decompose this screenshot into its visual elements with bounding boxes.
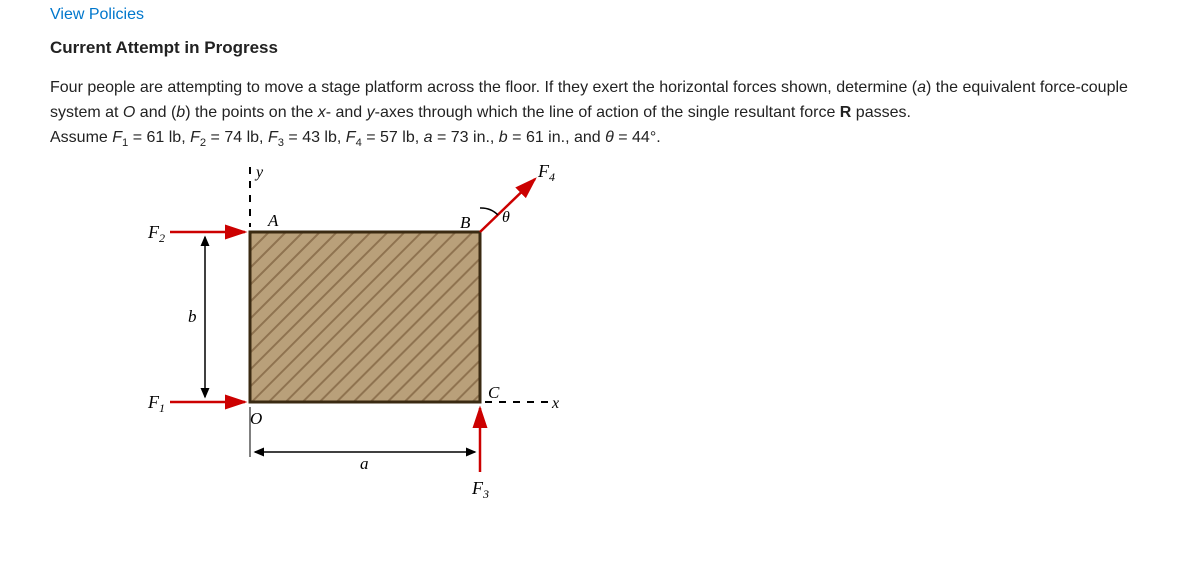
text: y: [367, 104, 375, 121]
x-axis-label: x: [551, 395, 559, 412]
text: 43: [302, 129, 320, 146]
text: and (: [135, 104, 176, 121]
y-axis-label: y: [254, 164, 264, 181]
text: F: [346, 129, 356, 146]
text: =: [362, 129, 380, 146]
text: =: [508, 129, 526, 146]
attempt-status: Current Attempt in Progress: [50, 38, 1155, 58]
text: =: [284, 129, 302, 146]
theta-label: θ: [502, 209, 510, 226]
text: =: [433, 129, 451, 146]
given-values: Assume F1 = 61 lb, F2 = 74 lb, F3 = 43 l…: [50, 129, 661, 146]
text: =: [206, 129, 224, 146]
F4-label: F4: [537, 162, 555, 184]
F2-label: F2: [147, 222, 165, 245]
view-policies-link[interactable]: View Policies: [50, 6, 144, 23]
text: x: [318, 104, 326, 121]
text: =: [614, 129, 632, 146]
text: b: [499, 129, 508, 146]
text: F: [112, 129, 122, 146]
point-A: A: [267, 211, 279, 230]
text: lb,: [164, 129, 190, 146]
text: F: [190, 129, 200, 146]
text: 74: [224, 129, 242, 146]
text: 61: [147, 129, 165, 146]
text: =: [128, 129, 146, 146]
text: Four people are attempting to move a sta…: [50, 79, 917, 96]
text: 44: [632, 129, 650, 146]
text: O: [123, 104, 135, 121]
text: °.: [650, 129, 661, 146]
point-O: O: [250, 409, 262, 428]
text: in., and: [544, 129, 605, 146]
point-C: C: [488, 383, 500, 402]
b-dim-label: b: [188, 307, 197, 326]
text: R: [840, 104, 852, 121]
text: a: [424, 129, 433, 146]
F3-label: F3: [471, 478, 489, 501]
text: lb,: [242, 129, 268, 146]
text: F: [268, 129, 278, 146]
text: a: [917, 79, 926, 96]
text: - and: [326, 104, 367, 121]
text: θ: [605, 129, 614, 146]
text: in.,: [469, 129, 499, 146]
text: b: [176, 104, 185, 121]
a-dim-label: a: [360, 454, 369, 473]
point-B: B: [460, 213, 471, 232]
text: passes.: [851, 104, 911, 121]
text: lb,: [398, 129, 424, 146]
text: ) the points on the: [185, 104, 318, 121]
problem-statement: Four people are attempting to move a sta…: [50, 76, 1155, 152]
text: 73: [451, 129, 469, 146]
F1-label: F1: [147, 392, 165, 415]
text: lb,: [320, 129, 346, 146]
text: 61: [526, 129, 544, 146]
text: 57: [380, 129, 398, 146]
problem-diagram: y A x O C B F1 F2 F3 F4: [100, 162, 1155, 527]
text: -axes through which the line of action o…: [375, 104, 840, 121]
text: Assume: [50, 129, 112, 146]
